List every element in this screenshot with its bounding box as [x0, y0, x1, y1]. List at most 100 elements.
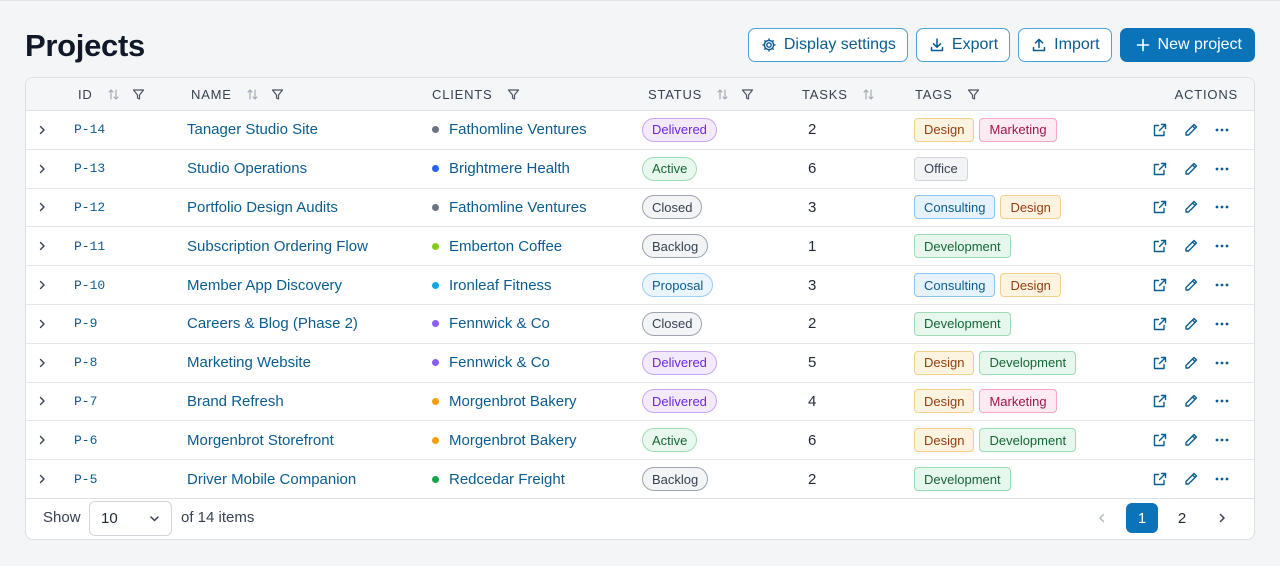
ellipsis-icon[interactable] [1214, 432, 1230, 448]
pencil-icon[interactable] [1183, 277, 1199, 293]
client-name-link[interactable]: Fathomline Ventures [449, 199, 587, 216]
client-cell[interactable]: Fennwick & Co [432, 344, 550, 382]
page-button-1[interactable]: 1 [1126, 503, 1158, 533]
client-cell[interactable]: Brightmere Health [432, 150, 570, 188]
expand-row-button[interactable] [36, 460, 48, 498]
ellipsis-icon[interactable] [1214, 238, 1230, 254]
table-row[interactable]: P-13 Studio Operations Brightmere Health Ac… [26, 150, 1254, 189]
client-cell[interactable]: Emberton Coffee [432, 227, 562, 265]
project-name-link[interactable]: Brand Refresh [187, 383, 284, 421]
ellipsis-icon[interactable] [1214, 316, 1230, 332]
client-cell[interactable]: Morgenbrot Bakery [432, 421, 577, 459]
external-link-icon[interactable] [1152, 316, 1168, 332]
client-name-link[interactable]: Morgenbrot Bakery [449, 393, 577, 410]
filter-icon[interactable] [741, 88, 754, 101]
client-name-link[interactable]: Fathomline Ventures [449, 121, 587, 138]
table-row[interactable]: P-11 Subscription Ordering Flow Emberton C… [26, 227, 1254, 267]
expand-row-button[interactable] [36, 344, 48, 382]
display-settings-button[interactable]: Display settings [747, 28, 908, 62]
project-name-link[interactable]: Morgenbrot Storefront [187, 421, 334, 459]
page-size-select[interactable]: 10 [89, 501, 172, 536]
client-name-link[interactable]: Emberton Coffee [449, 238, 562, 255]
project-name-link[interactable]: Careers & Blog (Phase 2) [187, 305, 358, 343]
pencil-icon[interactable] [1183, 316, 1199, 332]
filter-icon[interactable] [271, 88, 284, 101]
next-page-button[interactable] [1206, 503, 1238, 533]
previous-page-button[interactable] [1086, 503, 1118, 533]
client-name-link[interactable]: Morgenbrot Bakery [449, 432, 577, 449]
external-link-icon[interactable] [1152, 355, 1168, 371]
external-link-icon[interactable] [1152, 393, 1168, 409]
sort-icon[interactable] [246, 88, 259, 101]
project-name-link[interactable]: Subscription Ordering Flow [187, 227, 368, 265]
pencil-icon[interactable] [1183, 355, 1199, 371]
table-row[interactable]: P-5 Driver Mobile Companion Redcedar Freig… [26, 460, 1254, 499]
expand-row-button[interactable] [36, 421, 48, 459]
external-link-icon[interactable] [1152, 238, 1168, 254]
client-name-link[interactable]: Fennwick & Co [449, 354, 550, 371]
project-name-link[interactable]: Studio Operations [187, 150, 307, 188]
table-row[interactable]: P-14 Tanager Studio Site Fathomline Ventur… [26, 111, 1254, 150]
expand-row-button[interactable] [36, 111, 48, 149]
ellipsis-icon[interactable] [1214, 393, 1230, 409]
table-row[interactable]: P-8 Marketing Website Fennwick & Co Deliver… [26, 344, 1254, 383]
client-cell[interactable]: Ironleaf Fitness [432, 266, 552, 304]
pencil-icon[interactable] [1183, 238, 1199, 254]
client-cell[interactable]: Fathomline Ventures [432, 189, 587, 227]
project-name-link[interactable]: Portfolio Design Audits [187, 189, 338, 227]
client-name-link[interactable]: Brightmere Health [449, 160, 570, 177]
client-name-link[interactable]: Redcedar Freight [449, 471, 565, 488]
expand-row-button[interactable] [36, 227, 48, 265]
new-project-button[interactable]: New project [1119, 28, 1255, 62]
table-row[interactable]: P-12 Portfolio Design Audits Fathomline Ve… [26, 189, 1254, 228]
ellipsis-icon[interactable] [1214, 122, 1230, 138]
project-name-link[interactable]: Marketing Website [187, 344, 311, 382]
table-row[interactable]: P-9 Careers & Blog (Phase 2) Fennwick & Co… [26, 305, 1254, 344]
filter-icon[interactable] [967, 88, 980, 101]
expand-row-button[interactable] [36, 383, 48, 421]
sort-icon[interactable] [716, 88, 729, 101]
client-cell[interactable]: Fathomline Ventures [432, 111, 587, 149]
external-link-icon[interactable] [1152, 122, 1168, 138]
table-row[interactable]: P-6 Morgenbrot Storefront Morgenbrot Baker… [26, 421, 1254, 461]
ellipsis-icon[interactable] [1214, 161, 1230, 177]
table-row[interactable]: P-10 Member App Discovery Ironleaf Fitness… [26, 266, 1254, 305]
pencil-icon[interactable] [1183, 393, 1199, 409]
ellipsis-icon[interactable] [1214, 199, 1230, 215]
external-link-icon[interactable] [1152, 432, 1168, 448]
expand-row-button[interactable] [36, 150, 48, 188]
expand-row-button[interactable] [36, 305, 48, 343]
project-name-link[interactable]: Driver Mobile Companion [187, 460, 356, 498]
pencil-icon[interactable] [1183, 161, 1199, 177]
filter-icon[interactable] [507, 88, 520, 101]
filter-icon[interactable] [132, 88, 145, 101]
external-link-icon[interactable] [1152, 199, 1168, 215]
pencil-icon[interactable] [1183, 432, 1199, 448]
pencil-icon[interactable] [1183, 122, 1199, 138]
page-button-2[interactable]: 2 [1166, 503, 1198, 533]
pencil-icon[interactable] [1183, 199, 1199, 215]
ellipsis-icon[interactable] [1214, 471, 1230, 487]
status-badge: Delivered [642, 389, 717, 414]
tags-cell: Design Marketing [914, 383, 1057, 421]
expand-row-button[interactable] [36, 189, 48, 227]
client-name-link[interactable]: Fennwick & Co [449, 315, 550, 332]
ellipsis-icon[interactable] [1214, 355, 1230, 371]
client-cell[interactable]: Fennwick & Co [432, 305, 550, 343]
pencil-icon[interactable] [1183, 471, 1199, 487]
export-button[interactable]: Export [915, 28, 1011, 62]
sort-icon[interactable] [862, 88, 875, 101]
ellipsis-icon[interactable] [1214, 277, 1230, 293]
client-name-link[interactable]: Ironleaf Fitness [449, 277, 552, 294]
project-name-link[interactable]: Tanager Studio Site [187, 111, 318, 149]
sort-icon[interactable] [107, 88, 120, 101]
client-cell[interactable]: Redcedar Freight [432, 460, 565, 498]
client-cell[interactable]: Morgenbrot Bakery [432, 383, 577, 421]
expand-row-button[interactable] [36, 266, 48, 304]
external-link-icon[interactable] [1152, 277, 1168, 293]
project-name-link[interactable]: Member App Discovery [187, 266, 342, 304]
external-link-icon[interactable] [1152, 161, 1168, 177]
external-link-icon[interactable] [1152, 471, 1168, 487]
table-row[interactable]: P-7 Brand Refresh Morgenbrot Bakery Deliver… [26, 383, 1254, 422]
import-button[interactable]: Import [1018, 28, 1112, 62]
